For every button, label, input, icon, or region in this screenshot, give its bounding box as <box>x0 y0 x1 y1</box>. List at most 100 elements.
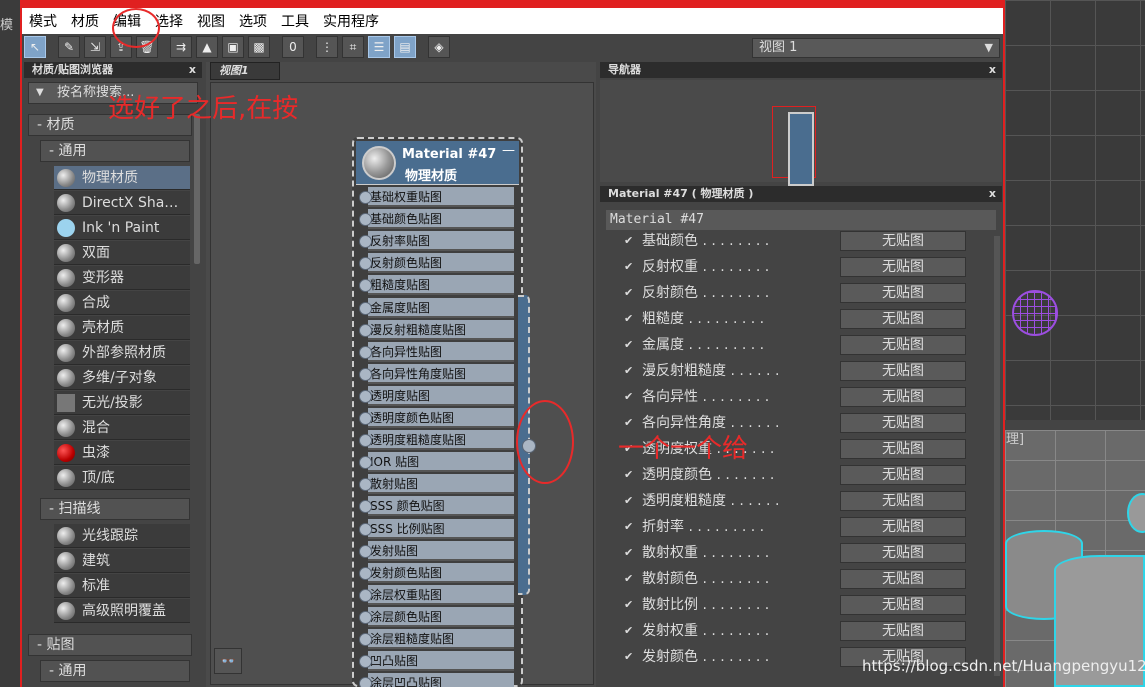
navigation-binoculars-icon[interactable]: 👓 <box>214 648 242 674</box>
tab-view1[interactable]: 视图1 <box>210 62 280 80</box>
browser-item[interactable]: DirectX Sha… <box>54 191 190 215</box>
input-socket[interactable] <box>359 434 372 448</box>
param-checkbox[interactable]: ✔ <box>624 256 633 278</box>
no-map-button[interactable]: 无贴图 <box>840 283 966 303</box>
eyedropper-icon[interactable]: ✎ <box>58 36 80 58</box>
browser-item[interactable]: 壳材质 <box>54 316 190 340</box>
node-input-slot[interactable]: 透明度贴图 <box>359 385 514 406</box>
move-children-icon[interactable]: ⇉ <box>170 36 192 58</box>
param-checkbox[interactable]: ✔ <box>624 386 633 408</box>
browser-item[interactable]: 虫漆 <box>54 441 190 465</box>
menu-material[interactable]: 材质 <box>64 11 106 31</box>
input-socket[interactable] <box>359 389 372 403</box>
param-checkbox[interactable]: ✔ <box>624 594 633 616</box>
node-input-slot[interactable]: 各向异性贴图 <box>359 341 514 362</box>
param-checkbox[interactable]: ✔ <box>624 308 633 330</box>
category-maps[interactable]: - 贴图 <box>28 634 192 656</box>
node-input-slot[interactable]: 基础颜色贴图 <box>359 209 514 230</box>
no-map-button[interactable]: 无贴图 <box>840 361 966 381</box>
browser-item[interactable]: 多维/子对象 <box>54 366 190 390</box>
input-socket[interactable] <box>359 323 372 337</box>
no-map-button[interactable]: 无贴图 <box>840 413 966 433</box>
node-input-slot[interactable]: 基础权重贴图 <box>359 187 514 207</box>
close-icon[interactable]: x <box>989 62 996 78</box>
node-input-slot[interactable]: 涂层权重贴图 <box>359 584 514 605</box>
browser-item[interactable]: 双面 <box>54 241 190 265</box>
node-input-slot[interactable]: SSS 比例贴图 <box>359 518 514 539</box>
menu-view[interactable]: 视图 <box>190 11 232 31</box>
no-map-button[interactable]: 无贴图 <box>840 465 966 485</box>
node-input-slot[interactable]: 反射率贴图 <box>359 231 514 252</box>
browser-item[interactable]: 合成 <box>54 291 190 315</box>
menu-mode[interactable]: 模式 <box>22 11 64 31</box>
no-map-button[interactable]: 无贴图 <box>840 595 966 615</box>
no-map-button[interactable]: 无贴图 <box>840 387 966 407</box>
purple-sphere-object[interactable] <box>1012 290 1058 336</box>
search-options-icon[interactable]: ▼ <box>36 83 44 103</box>
navigator-view[interactable] <box>600 80 1002 186</box>
param-checkbox[interactable]: ✔ <box>624 230 633 252</box>
param-checkbox[interactable]: ✔ <box>624 464 633 486</box>
browser-item[interactable]: 外部参照材质 <box>54 341 190 365</box>
param-checkbox[interactable]: ✔ <box>624 360 633 382</box>
select-by-material-icon[interactable]: ◈ <box>428 36 450 58</box>
menu-tools[interactable]: 工具 <box>274 11 316 31</box>
param-checkbox[interactable]: ✔ <box>624 282 633 304</box>
browser-item[interactable]: 高级照明覆盖 <box>54 599 190 623</box>
no-map-button[interactable]: 无贴图 <box>840 569 966 589</box>
node-input-slot[interactable]: 涂层颜色贴图 <box>359 606 514 627</box>
node-input-slot[interactable]: 发射颜色贴图 <box>359 562 514 583</box>
node-input-slot[interactable]: 涂层粗糙度贴图 <box>359 629 514 649</box>
no-map-button[interactable]: 无贴图 <box>840 309 966 329</box>
browser-item[interactable]: 建筑 <box>54 549 190 573</box>
no-map-button[interactable]: 无贴图 <box>840 517 966 537</box>
input-socket[interactable] <box>359 367 372 381</box>
browser-item[interactable]: 标准 <box>54 574 190 598</box>
node-input-slot[interactable]: 金属度贴图 <box>359 297 514 318</box>
no-map-button[interactable]: 无贴图 <box>840 439 966 459</box>
browser-item[interactable]: 顶/底 <box>54 466 190 490</box>
input-socket[interactable] <box>359 566 372 580</box>
browser-item[interactable]: 变形器 <box>54 266 190 290</box>
node-input-slot[interactable]: 透明度粗糙度贴图 <box>359 430 514 451</box>
select-tool-icon[interactable]: ↖ <box>24 36 46 58</box>
layout-vertical-icon[interactable]: ⋮ <box>316 36 338 58</box>
input-socket[interactable] <box>359 522 372 536</box>
browser-item[interactable]: 物理材质 <box>54 166 190 190</box>
category-scanline[interactable]: - 扫描线 <box>40 498 190 520</box>
no-map-button[interactable]: 无贴图 <box>840 543 966 563</box>
toggle-browser-icon[interactable]: ☰ <box>368 36 390 58</box>
node-input-slot[interactable]: 漫反射粗糙度贴图 <box>359 319 514 340</box>
material-id-button[interactable]: 0 <box>282 36 304 58</box>
node-input-slot[interactable]: 透明度颜色贴图 <box>359 408 514 428</box>
param-checkbox[interactable]: ✔ <box>624 568 633 590</box>
no-map-button[interactable]: 无贴图 <box>840 231 966 251</box>
param-checkbox[interactable]: ✔ <box>624 490 633 512</box>
input-socket[interactable] <box>359 655 372 669</box>
node-input-slot[interactable]: SSS 颜色贴图 <box>359 496 514 517</box>
background-icon[interactable]: ▩ <box>248 36 270 58</box>
input-socket[interactable] <box>359 213 372 227</box>
node-input-slot[interactable]: 发射贴图 <box>359 540 514 561</box>
hide-unused-icon[interactable]: ▲ <box>196 36 218 58</box>
node-input-slot[interactable]: 涂层凹凸贴图 <box>359 673 514 687</box>
param-checkbox[interactable]: ✔ <box>624 334 633 356</box>
input-socket[interactable] <box>359 544 372 558</box>
menu-utilities[interactable]: 实用程序 <box>316 11 386 31</box>
minimize-icon[interactable]: — <box>502 143 515 158</box>
node-input-slot[interactable]: 散射贴图 <box>359 474 514 495</box>
no-map-button[interactable]: 无贴图 <box>840 621 966 641</box>
input-socket[interactable] <box>359 588 372 602</box>
input-socket[interactable] <box>359 412 372 425</box>
no-map-button[interactable]: 无贴图 <box>840 491 966 511</box>
param-checkbox[interactable]: ✔ <box>624 516 633 538</box>
node-input-slot[interactable]: 凹凸贴图 <box>359 651 514 672</box>
input-socket[interactable] <box>359 345 372 359</box>
params-scrollbar[interactable] <box>994 236 1000 676</box>
put-material-icon[interactable]: ⇲ <box>84 36 106 58</box>
browser-item[interactable]: Ink 'n Paint <box>54 216 190 240</box>
no-map-button[interactable]: 无贴图 <box>840 335 966 355</box>
node-header[interactable]: Material #47 物理材质 — <box>356 141 519 185</box>
browser-item[interactable]: 光线跟踪 <box>54 524 190 548</box>
no-map-button[interactable]: 无贴图 <box>840 257 966 277</box>
